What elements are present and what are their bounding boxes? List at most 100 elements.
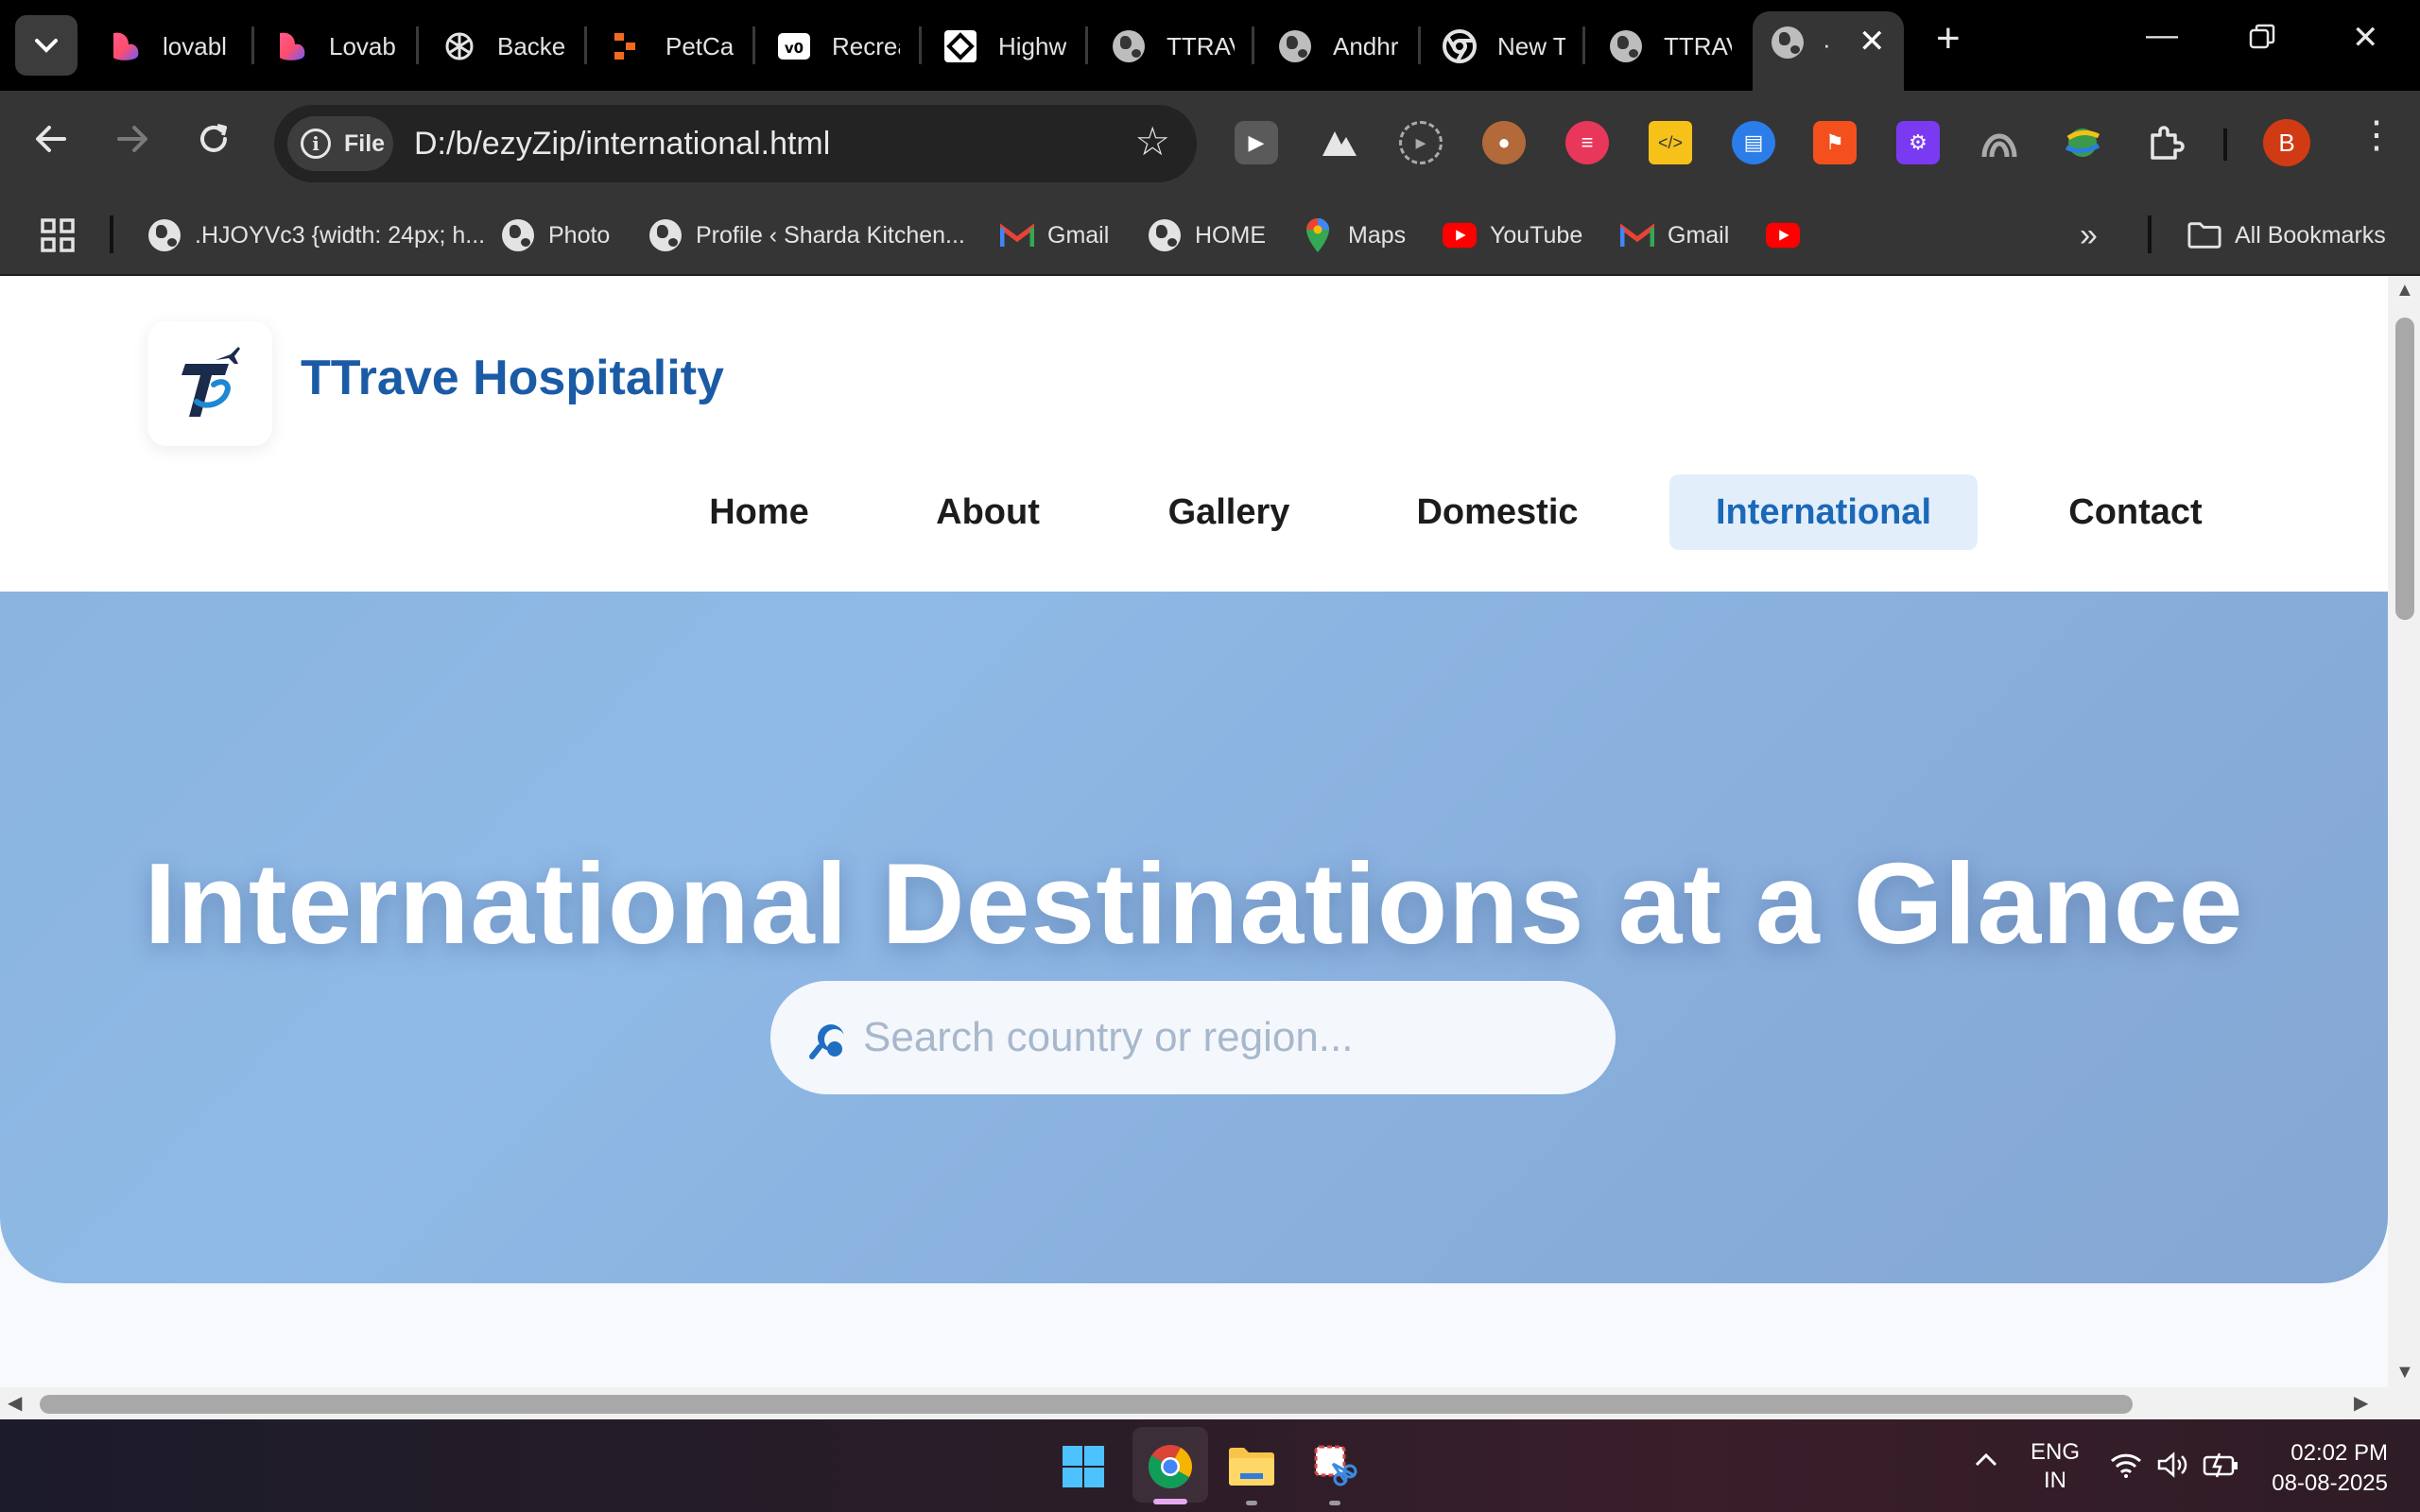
svg-text:v0: v0	[785, 40, 804, 57]
browser-toolbar: i File D:/b/ezyZip/international.html ☆ …	[0, 91, 2420, 195]
arrow-left-icon	[36, 126, 66, 152]
close-tab-icon[interactable]: ✕	[1858, 23, 1886, 60]
record-extension-icon[interactable]: ▸	[1399, 121, 1443, 164]
bookmark-star-icon[interactable]: ☆	[1134, 118, 1170, 164]
chrome-taskbar-icon[interactable]	[1144, 1440, 1197, 1493]
url-text[interactable]: D:/b/ezyZip/international.html	[414, 126, 830, 163]
bookmark-item[interactable]: .HJOYVc3 {width: 24px; h...	[147, 215, 485, 255]
menu-kebab-icon[interactable]: ⋮	[2358, 113, 2395, 157]
destination-search[interactable]	[770, 981, 1616, 1094]
bookmark-item[interactable]: YouTube	[1443, 215, 1582, 255]
media-extension-icon[interactable]: ▶	[1235, 121, 1278, 164]
site-logo[interactable]	[147, 321, 272, 446]
battery-icon[interactable]	[2203, 1452, 2240, 1485]
tab-title: Lovab	[329, 31, 396, 60]
tab-search-button[interactable]	[15, 15, 78, 76]
nav-home[interactable]: Home	[669, 474, 849, 550]
chrome-running-indicator	[1153, 1499, 1187, 1504]
restore-button[interactable]	[2248, 23, 2276, 60]
bookmark-item[interactable]: Profile ‹ Sharda Kitchen...	[648, 215, 965, 255]
code-extension-icon[interactable]: </>	[1649, 121, 1692, 164]
earth-extension-icon[interactable]	[2061, 121, 2104, 164]
bookmark-item[interactable]: Gmail	[1620, 215, 1729, 255]
tab-7[interactable]: TTRAV	[1112, 13, 1235, 79]
mountain-extension-icon[interactable]	[1318, 121, 1361, 164]
youtube-icon	[1443, 218, 1477, 252]
scroll-left-arrow-icon[interactable]: ◀	[8, 1391, 22, 1415]
tray-chevron-up-icon[interactable]	[1974, 1444, 1998, 1476]
clock-time: 02:02 PM	[2290, 1440, 2388, 1466]
hero-section: International Destinations at a Glance	[0, 592, 2388, 1283]
windows-start-icon[interactable]	[1057, 1440, 1110, 1493]
nav-domestic[interactable]: Domestic	[1380, 474, 1615, 550]
language-indicator[interactable]: ENG IN	[2031, 1438, 2080, 1495]
reload-button[interactable]	[189, 119, 238, 168]
tab-4[interactable]: PetCa	[611, 13, 734, 79]
wifi-icon[interactable]	[2110, 1452, 2142, 1485]
scroll-down-arrow-icon[interactable]: ▼	[2395, 1362, 2414, 1383]
tab-10[interactable]: TTRAV	[1609, 13, 1732, 79]
info-icon: i	[301, 129, 331, 159]
nav-about[interactable]: About	[898, 474, 1078, 550]
scroll-up-arrow-icon[interactable]: ▲	[2395, 280, 2414, 301]
tab-1[interactable]: lovabl	[108, 13, 231, 79]
hero-title: International Destinations at a Glance	[144, 839, 2244, 968]
flag-extension-icon[interactable]: ⚑	[1813, 121, 1857, 164]
scroll-right-arrow-icon[interactable]: ▶	[2354, 1391, 2368, 1415]
all-bookmarks-button[interactable]: All Bookmarks	[2187, 215, 2386, 255]
file-explorer-taskbar-icon[interactable]	[1225, 1440, 1278, 1493]
vertical-scroll-thumb[interactable]	[2395, 318, 2414, 620]
bookmark-item[interactable]: Maps	[1301, 215, 1406, 255]
tab-8[interactable]: Andhr	[1278, 13, 1401, 79]
bookmark-item[interactable]: Gmail	[1000, 215, 1109, 255]
profile-avatar[interactable]: B	[2263, 119, 2310, 166]
vertical-scrollbar[interactable]: ▲ ▼	[2388, 276, 2420, 1387]
reload-icon	[200, 124, 227, 152]
forward-button[interactable]	[108, 119, 157, 168]
tab-3[interactable]: Backe	[442, 13, 565, 79]
horizontal-scrollbar[interactable]: ◀ ▶	[0, 1387, 2420, 1419]
nav-contact[interactable]: Contact	[2032, 474, 2238, 550]
tab-6[interactable]: Highw	[943, 13, 1066, 79]
tab-5[interactable]: v0 Recrea	[777, 13, 900, 79]
nav-international[interactable]: International	[1669, 474, 1978, 550]
region-code: IN	[2044, 1468, 2066, 1493]
volume-icon[interactable]	[2157, 1452, 2191, 1485]
tab-active[interactable]: · ✕	[1753, 11, 1904, 91]
gear-extension-icon[interactable]: ⚙	[1896, 121, 1940, 164]
site-info-chip[interactable]: i File	[287, 116, 393, 171]
brand-name[interactable]: TTrave Hospitality	[301, 350, 724, 406]
more-bookmarks-chevron-icon[interactable]: »	[2080, 215, 2098, 255]
arc-extension-icon[interactable]	[1978, 121, 2021, 164]
tab-title: Highw	[998, 31, 1066, 60]
tab-title: New T	[1497, 31, 1565, 60]
address-bar[interactable]: i File D:/b/ezyZip/international.html ☆	[274, 105, 1197, 182]
apps-grid-icon[interactable]	[40, 215, 76, 255]
openai-icon	[442, 29, 476, 63]
lines-extension-icon[interactable]: ≡	[1565, 121, 1609, 164]
horizontal-scroll-thumb[interactable]	[40, 1395, 2133, 1414]
tab-2[interactable]: Lovab	[274, 13, 397, 79]
bookmark-item[interactable]: HOME	[1148, 215, 1266, 255]
tab-9[interactable]: New T	[1443, 13, 1565, 79]
new-tab-button[interactable]: +	[1936, 15, 1961, 62]
globe-icon	[1148, 218, 1182, 252]
search-input[interactable]	[863, 1002, 1582, 1074]
site-header: TTrave Hospitality Home About Gallery Do…	[0, 276, 2388, 592]
docs-extension-icon[interactable]: ▤	[1732, 121, 1775, 164]
minimize-button[interactable]: —	[2146, 17, 2178, 54]
clock[interactable]: 02:02 PM 08-08-2025	[2256, 1438, 2388, 1499]
snipping-tool-taskbar-icon[interactable]	[1308, 1440, 1361, 1493]
tab-title: ·	[1823, 30, 1831, 59]
bookmark-label: YouTube	[1490, 221, 1583, 249]
cookie-extension-icon[interactable]: ●	[1482, 121, 1526, 164]
bookmark-item[interactable]	[1766, 215, 1813, 255]
bookmark-item[interactable]: Photo	[501, 215, 610, 255]
back-button[interactable]	[26, 119, 76, 168]
close-window-button[interactable]: ✕	[2352, 19, 2379, 57]
nav-gallery[interactable]: Gallery	[1125, 474, 1333, 550]
tab-title: Backe	[497, 31, 565, 60]
v0-icon: v0	[777, 29, 811, 63]
globe-icon	[1609, 29, 1643, 63]
puzzle-extensions-icon[interactable]	[2144, 121, 2187, 164]
